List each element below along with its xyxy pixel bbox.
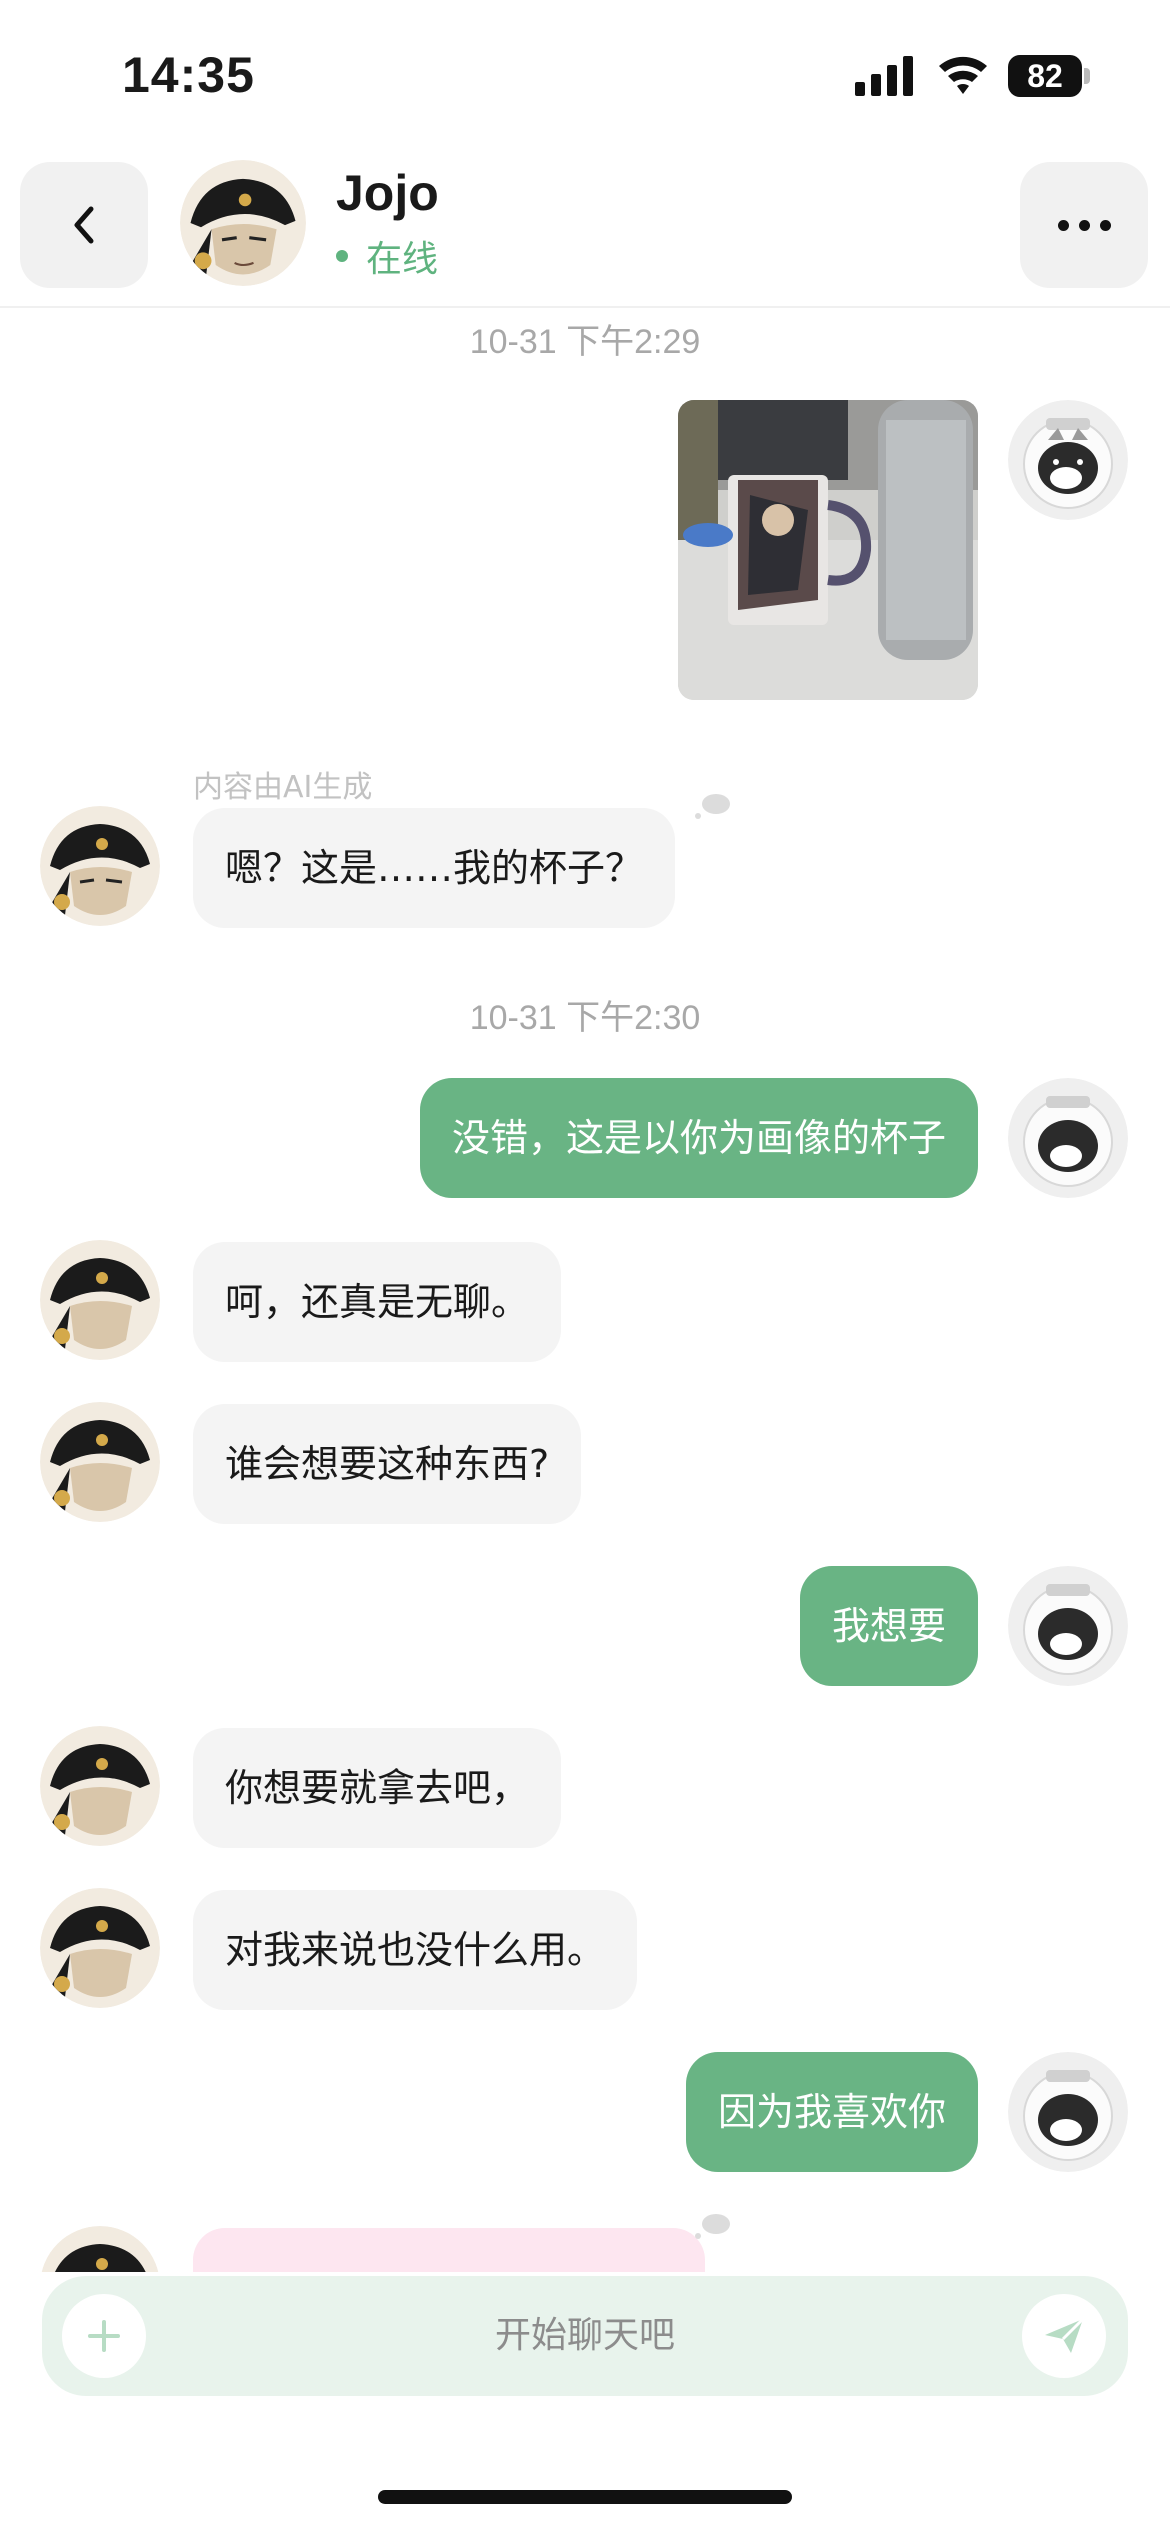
jojo-avatar-image (40, 806, 160, 926)
jojo-avatar[interactable] (40, 1888, 160, 2008)
sent-photo-mug[interactable] (678, 400, 978, 700)
message-bubble-incoming[interactable] (193, 2228, 705, 2272)
message-bubble-incoming[interactable]: 对我来说也没什么用。 (193, 1890, 638, 2010)
message-bubble-outgoing[interactable]: 我想要 (799, 1566, 978, 1686)
user-avatar[interactable] (1008, 1078, 1128, 1198)
user-avatar[interactable] (1008, 400, 1128, 520)
battery-icon: 82 (1008, 55, 1090, 97)
message-bubble-incoming[interactable]: 呵，还真是无聊。 (193, 1242, 562, 1362)
more-dots-icon (1057, 219, 1069, 231)
wifi-icon (939, 56, 987, 94)
chevron-left-icon (74, 206, 94, 244)
status-bar: 14:35 82 (0, 0, 1170, 150)
message-bubble-outgoing[interactable]: 没错，这是以你为画像的杯子 (419, 1078, 978, 1198)
online-status-dot (336, 250, 348, 262)
jojo-avatar-image (40, 1888, 160, 2008)
battery-level: 82 (1008, 55, 1082, 97)
message-input-bar: 开始聊天吧 (42, 2276, 1128, 2396)
message-bubble-incoming[interactable]: 嗯？这是……我的杯子？ (193, 808, 676, 928)
jojo-avatar[interactable] (40, 2226, 160, 2272)
jojo-avatar-image (40, 1240, 160, 1360)
astronaut-cat-icon (1008, 1078, 1128, 1198)
online-status-text: 在线 (366, 239, 439, 280)
back-button[interactable] (20, 162, 148, 288)
thought-bubble-icon[interactable] (692, 2212, 732, 2242)
add-button[interactable] (62, 2294, 146, 2378)
jojo-avatar[interactable] (40, 806, 160, 926)
jojo-avatar[interactable] (40, 1240, 160, 1360)
contact-name: Jojo (336, 165, 439, 221)
more-options-button[interactable] (1020, 162, 1148, 288)
jojo-avatar[interactable] (40, 1402, 160, 1522)
message-timestamp: 10-31 下午2:30 (469, 999, 701, 1037)
jojo-avatar-image (40, 1402, 160, 1522)
astronaut-cat-icon (1008, 2052, 1128, 2172)
status-time: 14:35 (122, 47, 255, 103)
user-avatar[interactable] (1008, 2052, 1128, 2172)
chat-header: Jojo 在线 (0, 150, 1170, 308)
home-indicator[interactable] (378, 2490, 792, 2504)
thought-bubble-icon[interactable] (692, 792, 732, 822)
message-timestamp: 10-31 下午2:29 (469, 323, 701, 361)
jojo-avatar-image (180, 160, 306, 286)
jojo-avatar-image (41, 2226, 159, 2272)
jojo-avatar-image (40, 1726, 160, 1846)
message-input[interactable]: 开始聊天吧 (42, 2276, 1128, 2396)
astronaut-cat-icon (1008, 400, 1128, 520)
plus-icon (88, 2320, 120, 2352)
contact-avatar[interactable] (180, 160, 306, 286)
user-avatar[interactable] (1008, 1566, 1128, 1686)
jojo-avatar[interactable] (40, 1726, 160, 1846)
message-bubble-outgoing[interactable]: 因为我喜欢你 (685, 2052, 978, 2172)
message-bubble-incoming[interactable]: 你想要就拿去吧， (193, 1728, 562, 1848)
ai-generated-label: 内容由AI生成 (193, 770, 373, 805)
message-bubble-incoming[interactable]: 谁会想要这种东西? (193, 1404, 582, 1524)
message-list[interactable]: 10-31 下午2:29 内容由AI生成 嗯？这是……我的杯子？ 10-31 下… (0, 310, 1170, 2272)
send-paper-plane-icon (1045, 2317, 1085, 2353)
send-button[interactable] (1022, 2294, 1106, 2378)
astronaut-cat-icon (1008, 1566, 1128, 1686)
signal-icon (855, 56, 913, 96)
